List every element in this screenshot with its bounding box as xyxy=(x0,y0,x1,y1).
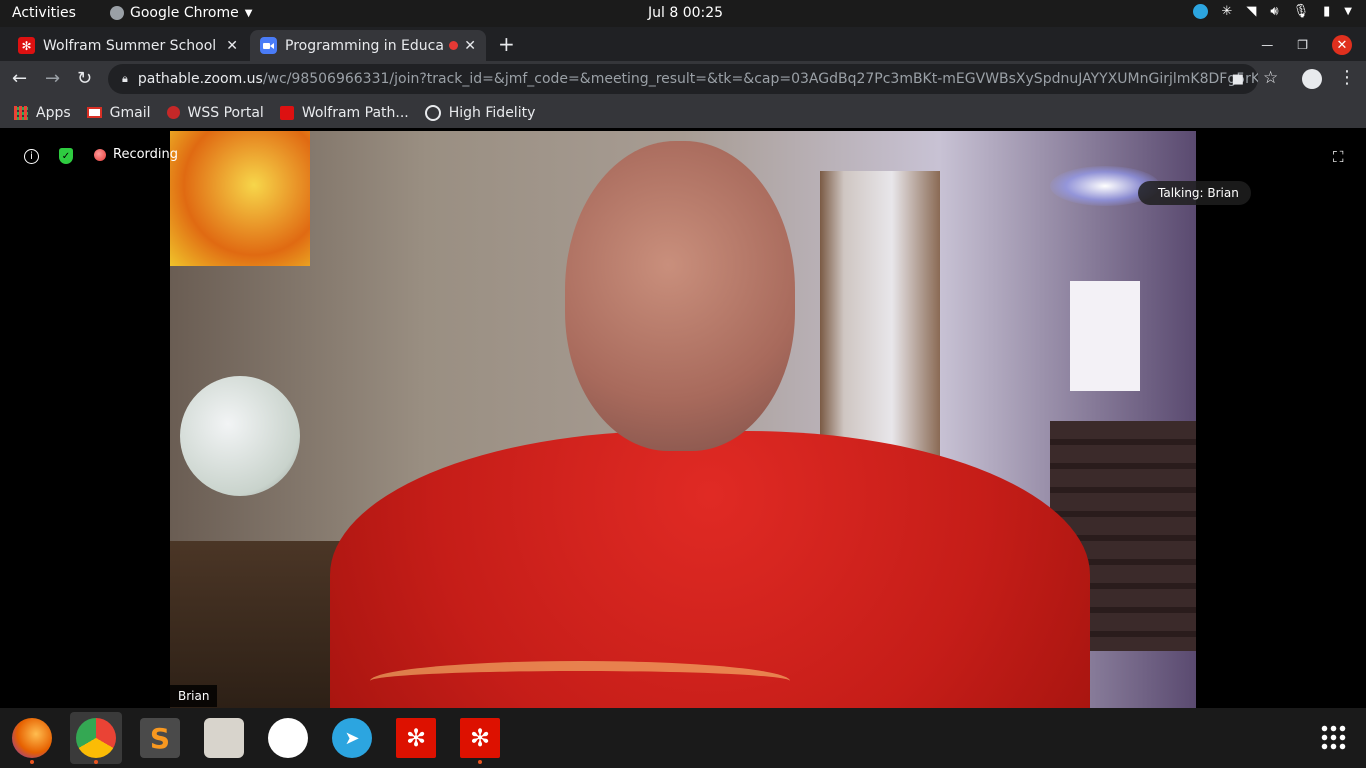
lock-icon[interactable]: 🔒︎ xyxy=(122,72,128,86)
ubuntu-dock: S ➤ ✻ ✻ xyxy=(0,708,1366,768)
new-tab-plus-icon[interactable]: + xyxy=(498,32,515,56)
bookmark-apps[interactable]: Apps xyxy=(14,105,71,121)
high-fidelity-icon xyxy=(424,104,441,121)
camera-in-use-icon[interactable]: ■ xyxy=(1232,72,1244,87)
running-indicator xyxy=(94,760,98,764)
bookmark-label: WSS Portal xyxy=(187,104,264,121)
meeting-info-icon[interactable]: i xyxy=(24,149,39,164)
app-menu[interactable]: Google Chrome ▼ xyxy=(110,5,252,21)
tab-programming-in-education[interactable]: Programming in Educa ✕ xyxy=(250,30,486,61)
fullscreen-icon[interactable]: ⛶ xyxy=(1333,148,1344,166)
speaker-person xyxy=(330,131,1090,708)
telegram-tray-icon[interactable] xyxy=(1192,4,1208,19)
recording-indicator-icon xyxy=(449,41,459,50)
dock-google-chrome[interactable] xyxy=(70,712,122,764)
window-controls: — ❐ ✕ xyxy=(1261,35,1352,55)
talking-indicator: Talking: Brian xyxy=(1138,181,1251,205)
url-path: /wc/98506966331/join?track_id=&jmf_code=… xyxy=(262,71,1258,87)
dock-wolfram-mathematica[interactable]: ✻ xyxy=(390,712,442,764)
chrome-icon xyxy=(76,718,116,758)
chrome-app-icon xyxy=(110,6,124,20)
shirt-rainbow-stripe xyxy=(370,661,790,701)
bookmark-star-icon[interactable]: ☆ xyxy=(1263,68,1278,88)
clock[interactable]: Jul 8 00:25 xyxy=(648,5,723,21)
red-shirt xyxy=(330,431,1090,708)
bookmark-label: Apps xyxy=(36,104,71,121)
slack-tray-icon[interactable]: ✳ xyxy=(1222,4,1233,19)
dock-slack[interactable] xyxy=(262,712,314,764)
back-arrow-icon[interactable]: ← xyxy=(12,68,27,89)
tab-title: Programming in Educa xyxy=(285,37,444,54)
bookmarks-bar: Apps Gmail WSS Portal Wolfram Path... Hi… xyxy=(0,97,1366,128)
system-tray[interactable]: ✳ ◥ 🔊︎ 🎙︎ ▮ ▼ xyxy=(1192,4,1352,19)
bookmark-high-fidelity[interactable]: High Fidelity xyxy=(424,104,536,121)
minimize-icon[interactable]: — xyxy=(1261,38,1273,52)
apps-grid-icon xyxy=(14,105,28,120)
gmail-icon xyxy=(86,107,102,118)
wifi-icon[interactable]: ◥ xyxy=(1246,4,1256,19)
bookmark-label: Wolfram Path... xyxy=(301,104,409,121)
dock-sublime-text[interactable]: S xyxy=(134,712,186,764)
active-speaker-video[interactable] xyxy=(170,131,1196,708)
wolfram-mathematica-icon: ✻ xyxy=(396,718,436,758)
reload-icon[interactable]: ↻ xyxy=(77,68,92,89)
wolfram-icon xyxy=(279,105,294,120)
restore-icon[interactable]: ❐ xyxy=(1297,38,1308,52)
running-indicator xyxy=(478,760,482,764)
window-close-icon[interactable]: ✕ xyxy=(1332,35,1352,55)
activities-button[interactable]: Activities xyxy=(12,5,76,21)
recording-status[interactable]: Recording xyxy=(94,147,178,162)
bookmark-gmail[interactable]: Gmail xyxy=(86,104,151,121)
show-applications-icon[interactable] xyxy=(1320,724,1346,750)
address-bar[interactable]: 🔒︎ pathable.zoom.us /wc/98506966331/join… xyxy=(108,64,1258,94)
globe xyxy=(180,376,300,496)
slack-icon xyxy=(268,718,308,758)
more-menu-icon[interactable]: ⋮ xyxy=(1338,67,1356,88)
files-icon xyxy=(204,718,244,758)
app-menu-label: Google Chrome xyxy=(130,5,239,21)
bookmark-label: Gmail xyxy=(109,104,151,121)
tab-wolfram-summer-school[interactable]: ✻ Wolfram Summer School ✕ xyxy=(8,30,248,61)
zoom-favicon-icon xyxy=(260,37,277,54)
wolfram-desktop-icon: ✻ xyxy=(460,718,500,758)
running-indicator xyxy=(30,760,34,764)
microphone-icon[interactable]: 🎙︎ xyxy=(1293,4,1310,19)
sublime-text-icon: S xyxy=(140,718,180,758)
recording-label: Recording xyxy=(113,147,179,162)
wolfram-favicon-icon: ✻ xyxy=(18,37,35,54)
firefox-icon xyxy=(12,718,52,758)
participant-name-label: Brian xyxy=(170,685,218,707)
chevron-down-icon[interactable]: ▼ xyxy=(1344,6,1352,17)
forward-arrow-icon[interactable]: → xyxy=(45,68,60,89)
recording-dot-icon xyxy=(94,148,106,161)
wss-portal-icon xyxy=(166,106,180,119)
dock-telegram[interactable]: ➤ xyxy=(326,712,378,764)
bookmark-label: High Fidelity xyxy=(448,104,536,121)
wall-painting xyxy=(170,131,310,266)
bookmark-wss-portal[interactable]: WSS Portal xyxy=(166,104,264,121)
gnome-top-bar: Activities Google Chrome ▼ Jul 8 00:25 ✳… xyxy=(0,0,1366,27)
close-icon[interactable]: ✕ xyxy=(226,38,238,54)
dock-wolfram-desktop[interactable]: ✻ xyxy=(454,712,506,764)
window xyxy=(1070,281,1140,391)
dock-firefox[interactable] xyxy=(6,712,58,764)
battery-icon[interactable]: ▮ xyxy=(1323,4,1330,19)
encryption-shield-icon[interactable]: ✓ xyxy=(59,148,73,164)
chevron-down-icon: ▼ xyxy=(244,7,253,19)
zoom-meeting-view: i ✓ Recording ⛶ Talking: Brian Brian xyxy=(0,131,1366,708)
telegram-icon: ➤ xyxy=(332,718,372,758)
url-host: pathable.zoom.us xyxy=(137,71,263,87)
bookmark-wolfram-path[interactable]: Wolfram Path... xyxy=(279,104,409,121)
tab-title: Wolfram Summer School xyxy=(43,37,217,54)
close-icon[interactable]: ✕ xyxy=(464,38,476,54)
volume-icon[interactable]: 🔊︎ xyxy=(1270,4,1278,19)
browser-toolbar: ← → ↻ 🔒︎ pathable.zoom.us /wc/9850696633… xyxy=(0,61,1366,97)
tab-strip: ✻ Wolfram Summer School ✕ Programming in… xyxy=(0,27,1366,61)
speaker-head xyxy=(565,141,795,451)
profile-avatar-icon[interactable] xyxy=(1302,69,1322,89)
dock-files[interactable] xyxy=(198,712,250,764)
